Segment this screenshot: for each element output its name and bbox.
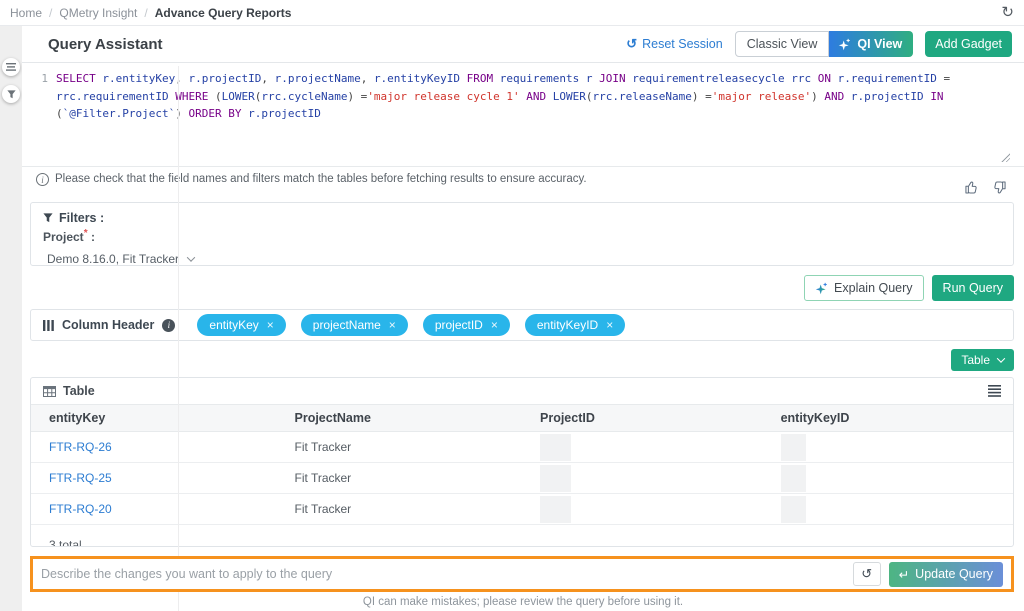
project-name-cell: Fit Tracker xyxy=(277,432,523,463)
column-chip[interactable]: entityKeyID × xyxy=(525,314,625,336)
query-change-input[interactable] xyxy=(41,567,845,581)
info-row: i Please check that the field names and … xyxy=(22,167,1024,200)
column-header-title: Column Header xyxy=(62,318,154,332)
table-column-header: ProjectID xyxy=(522,405,763,432)
table-icon xyxy=(43,386,56,397)
project-name-cell: Fit Tracker xyxy=(277,463,523,494)
columns-icon xyxy=(43,320,54,331)
entity-key-link[interactable]: FTR-RQ-25 xyxy=(49,471,112,485)
table-column-header: entityKey xyxy=(31,405,277,432)
update-query-label: Update Query xyxy=(915,567,993,581)
line-number: 1 xyxy=(34,70,56,123)
chip-remove-icon[interactable]: × xyxy=(606,319,613,331)
explain-query-button[interactable]: Explain Query xyxy=(804,275,924,301)
breadcrumb-item: Advance Query Reports xyxy=(155,6,292,20)
sql-editor-container: 1 SELECT r.entityKey, r.projectID, r.pro… xyxy=(22,63,1024,167)
breadcrumb-item[interactable]: Home xyxy=(10,6,42,20)
sql-editor[interactable]: 1 SELECT r.entityKey, r.projectID, r.pro… xyxy=(34,70,1010,123)
sparkle-icon xyxy=(815,282,828,295)
filter-toggle-button[interactable] xyxy=(2,85,20,103)
refresh-icon[interactable]: ↻ xyxy=(1001,5,1014,20)
chevron-down-icon xyxy=(187,253,195,261)
info-icon: i xyxy=(36,173,49,186)
table-row: FTR-RQ-20 Fit Tracker xyxy=(31,494,1013,525)
run-query-button[interactable]: Run Query xyxy=(932,275,1014,301)
redacted-entity-key-id xyxy=(781,434,806,461)
list-icon xyxy=(6,63,16,71)
chip-remove-icon[interactable]: × xyxy=(491,319,498,331)
project-name-cell: Fit Tracker xyxy=(277,494,523,525)
collapse-menu-button[interactable] xyxy=(2,58,20,76)
reset-session-label: Reset Session xyxy=(642,37,723,51)
results-table-panel: Table entityKeyProjectNameProjectIDentit… xyxy=(30,377,1014,547)
table-row: FTR-RQ-26 Fit Tracker xyxy=(31,432,1013,463)
sql-code: SELECT r.entityKey, r.projectID, r.proje… xyxy=(56,70,1010,123)
funnel-icon xyxy=(7,90,16,99)
table-column-header: ProjectName xyxy=(277,405,523,432)
table-menu-icon[interactable] xyxy=(988,385,1001,397)
view-type-value: Table xyxy=(961,353,990,367)
filters-title: Filters : xyxy=(59,211,104,225)
project-filter-label: Project* : xyxy=(43,228,1001,244)
table-column-header: entityKeyID xyxy=(763,405,1013,432)
redacted-project-id xyxy=(540,465,571,492)
column-chip[interactable]: entityKey × xyxy=(197,314,285,336)
chip-label: projectName xyxy=(313,318,381,332)
chip-label: entityKey xyxy=(209,318,258,332)
table-panel-title: Table xyxy=(63,384,95,398)
redacted-project-id xyxy=(540,496,571,523)
filters-panel: Filters : Project* : Demo 8.16.0, Fit Tr… xyxy=(30,202,1014,266)
reset-session-link[interactable]: ↺ Reset Session xyxy=(626,36,723,52)
classic-view-button[interactable]: Classic View xyxy=(735,31,830,57)
info-icon[interactable]: i xyxy=(162,319,175,332)
redacted-entity-key-id xyxy=(781,496,806,523)
project-filter-select[interactable]: Demo 8.16.0, Fit Tracker xyxy=(47,252,194,266)
column-chip[interactable]: projectID × xyxy=(423,314,510,336)
thumbs-down-button[interactable] xyxy=(991,180,1006,195)
add-gadget-button[interactable]: Add Gadget xyxy=(925,31,1012,57)
column-chip[interactable]: projectName × xyxy=(301,314,408,336)
undo-icon: ↺ xyxy=(861,566,872,582)
qi-view-button[interactable]: QI View xyxy=(829,31,913,57)
entity-key-link[interactable]: FTR-RQ-20 xyxy=(49,502,112,516)
breadcrumb-separator: / xyxy=(144,6,147,20)
chip-remove-icon[interactable]: × xyxy=(389,319,396,331)
chevron-down-icon xyxy=(997,354,1005,362)
column-header-panel: Column Header i entityKey×projectName×pr… xyxy=(30,309,1014,341)
qi-view-label: QI View xyxy=(857,37,902,51)
enter-icon: ↵ xyxy=(899,567,909,582)
info-note: Please check that the field names and fi… xyxy=(55,173,587,185)
redacted-project-id xyxy=(540,434,571,461)
query-update-bar: ↺ ↵ Update Query xyxy=(30,556,1014,592)
chip-remove-icon[interactable]: × xyxy=(267,319,274,331)
breadcrumb-separator: / xyxy=(49,6,52,20)
breadcrumb: Home / QMetry Insight / Advance Query Report… xyxy=(0,0,1024,26)
reset-icon: ↺ xyxy=(626,36,637,52)
results-table: entityKeyProjectNameProjectIDentityKeyID… xyxy=(31,404,1013,525)
panel-header: Query Assistant ↺ Reset Session Classic … xyxy=(22,26,1024,63)
qi-disclaimer: QI can make mistakes; please review the … xyxy=(22,592,1024,611)
row-count: 3 total xyxy=(31,538,1013,547)
left-sidebar xyxy=(0,26,22,611)
page-title: Query Assistant xyxy=(48,36,163,53)
entity-key-link[interactable]: FTR-RQ-26 xyxy=(49,440,112,454)
redacted-entity-key-id xyxy=(781,465,806,492)
resize-handle[interactable] xyxy=(1000,152,1010,162)
query-actions: Explain Query Run Query xyxy=(32,275,1014,301)
view-type-select[interactable]: Table xyxy=(951,349,1014,371)
undo-button[interactable]: ↺ xyxy=(853,562,881,586)
chip-label: projectID xyxy=(435,318,483,332)
required-marker: * xyxy=(84,228,88,239)
funnel-icon xyxy=(43,213,53,223)
thumbs-up-button[interactable] xyxy=(965,180,980,195)
chip-label: entityKeyID xyxy=(537,318,598,332)
update-query-button[interactable]: ↵ Update Query xyxy=(889,562,1003,587)
table-row: FTR-RQ-25 Fit Tracker xyxy=(31,463,1013,494)
project-filter-value: Demo 8.16.0, Fit Tracker xyxy=(47,252,179,266)
view-toggle: Classic View QI View xyxy=(735,31,914,57)
sparkle-icon xyxy=(838,38,851,51)
breadcrumb-item[interactable]: QMetry Insight xyxy=(59,6,137,20)
explain-query-label: Explain Query xyxy=(834,281,913,295)
